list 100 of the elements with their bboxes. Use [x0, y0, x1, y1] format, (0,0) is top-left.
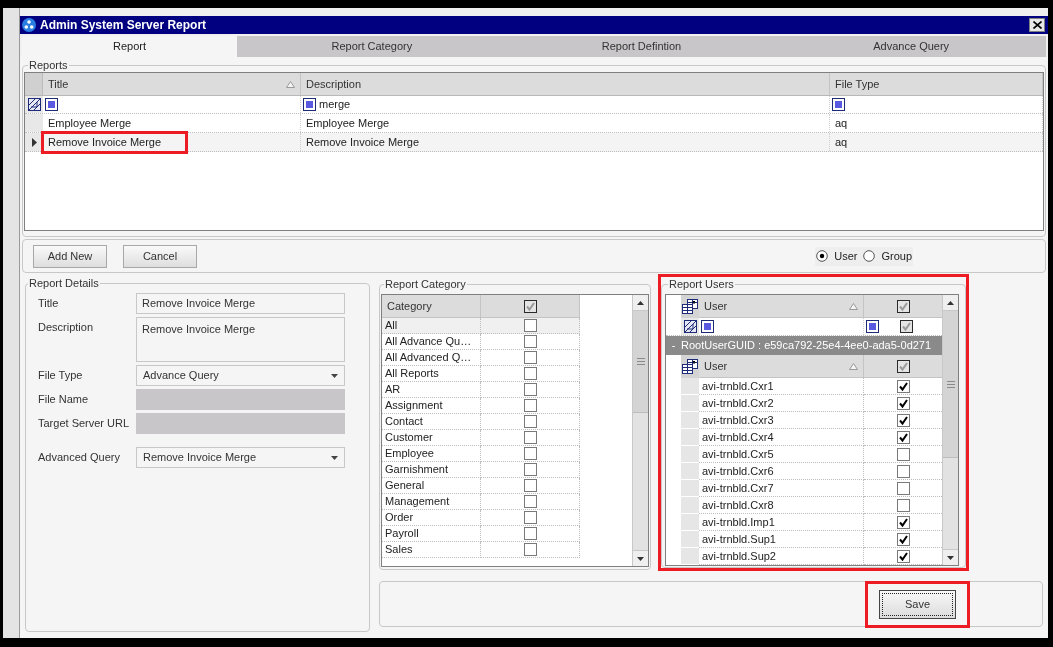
checkbox[interactable] [896, 515, 910, 529]
radio-icon[interactable] [816, 250, 829, 262]
checkbox[interactable] [523, 383, 537, 396]
scrollbar-thumb[interactable] [633, 311, 648, 413]
table-row[interactable]: Employee Merge Employee Merge aq [25, 114, 1043, 133]
checkbox[interactable] [523, 351, 537, 364]
filter-operator-icon[interactable] [45, 98, 58, 111]
column-header[interactable]: User [699, 355, 864, 378]
column-chooser-icon[interactable] [682, 299, 698, 314]
group-title: Report Details [28, 277, 100, 290]
table-row[interactable]: Remove Invoice Merge Remove Invoice Merge aq [25, 133, 1043, 152]
checkbox[interactable] [523, 367, 537, 380]
button[interactable]: Cancel [123, 244, 197, 268]
checkbox[interactable] [896, 396, 910, 410]
scroll-down-button[interactable] [943, 549, 958, 565]
table-row[interactable]: All [382, 318, 631, 334]
table-cell-text: Sales [385, 542, 413, 558]
checkbox[interactable] [523, 511, 537, 524]
column-header[interactable]: Category [382, 295, 481, 318]
field-label: File Name [38, 392, 90, 406]
table-row[interactable]: AR [382, 382, 631, 398]
text-area[interactable]: Remove Invoice Merge [136, 317, 345, 362]
filter-operator-icon[interactable] [303, 98, 316, 111]
app-logo-icon [22, 18, 36, 32]
arrow-down-icon [637, 556, 644, 561]
checkbox[interactable] [523, 447, 537, 460]
checkbox[interactable] [523, 399, 537, 412]
row-header [681, 378, 699, 395]
table-row[interactable]: Customer [382, 430, 631, 446]
checkbox[interactable] [896, 413, 910, 427]
group-title: Report Users [668, 278, 735, 291]
radio-icon[interactable] [863, 250, 876, 262]
checkbox[interactable] [896, 549, 910, 563]
dropdown[interactable]: Advance Query [136, 365, 345, 386]
checkbox[interactable] [896, 447, 910, 461]
checkbox[interactable] [523, 299, 537, 313]
column-header[interactable]: Title [43, 73, 301, 95]
table-cell-text: avi-trnbld.Cxr5 [702, 446, 774, 462]
tab[interactable]: Report Category [237, 36, 507, 57]
checkbox[interactable] [896, 379, 910, 393]
checkbox[interactable] [896, 498, 910, 512]
table-row[interactable]: Order [382, 510, 631, 526]
checkbox[interactable] [523, 479, 537, 492]
table-row[interactable]: Contact [382, 414, 631, 430]
filter-field[interactable] [699, 318, 864, 335]
checkbox[interactable] [896, 481, 910, 495]
checkbox[interactable] [523, 495, 537, 508]
checkbox[interactable] [523, 335, 537, 348]
tab[interactable]: Report Defintion [506, 36, 777, 57]
checkbox[interactable] [896, 464, 910, 478]
group-row-label: RootUserGUID : e59ca792-25e4-4ee0-ada5-0d271 [681, 338, 932, 354]
scrollbar[interactable] [632, 295, 648, 566]
radio-option[interactable]: User [816, 247, 858, 265]
filter-field[interactable]: merge [301, 96, 830, 113]
scroll-up-button[interactable] [633, 295, 648, 311]
table-row[interactable]: All Advance Qu… [382, 334, 631, 350]
checkbox[interactable] [896, 359, 910, 373]
scroll-up-button[interactable] [943, 295, 958, 311]
table-row[interactable]: Sales [382, 542, 631, 558]
dropdown[interactable]: Remove Invoice Merge [136, 447, 345, 468]
close-icon [1032, 21, 1042, 29]
text-field[interactable]: Remove Invoice Merge [136, 293, 345, 314]
close-button[interactable] [1029, 18, 1045, 32]
scrollbar[interactable] [942, 295, 958, 565]
checkbox[interactable] [900, 320, 913, 333]
tab[interactable]: Advance Query [776, 36, 1046, 57]
table-row[interactable]: All Reports [382, 366, 631, 382]
table-row[interactable]: All Advanced Q… [382, 350, 631, 366]
filter-operator-icon[interactable] [832, 98, 845, 111]
checkbox[interactable] [896, 430, 910, 444]
radio-option[interactable]: Group [863, 247, 912, 265]
filter-operator-icon[interactable] [866, 320, 879, 333]
table-row[interactable]: Management [382, 494, 631, 510]
tab[interactable]: Report [22, 36, 237, 57]
button[interactable]: Add New [33, 244, 107, 268]
scroll-down-button[interactable] [633, 550, 648, 566]
checkbox[interactable] [523, 431, 537, 444]
table-row[interactable]: Assignment [382, 398, 631, 414]
column-header[interactable]: Description [301, 73, 830, 95]
column-chooser-icon[interactable] [682, 359, 698, 374]
table-row[interactable]: Payroll [382, 526, 631, 542]
checkbox[interactable] [523, 415, 537, 428]
checkbox[interactable] [523, 319, 537, 332]
table-row[interactable]: General [382, 478, 631, 494]
table-row[interactable]: Employee [382, 446, 631, 462]
filter-field[interactable] [43, 96, 301, 113]
checkbox[interactable] [896, 532, 910, 546]
caret-icon [331, 373, 338, 378]
column-header[interactable]: User [699, 295, 864, 318]
checkbox[interactable] [523, 463, 537, 476]
scrollbar-thumb[interactable] [943, 311, 958, 458]
table-row[interactable]: Garnishment [382, 462, 631, 478]
save-button[interactable]: Save [879, 590, 956, 619]
arrow-up-icon [947, 300, 954, 305]
checkbox[interactable] [523, 527, 537, 540]
checkbox[interactable] [523, 543, 537, 556]
checkbox[interactable] [896, 299, 910, 313]
filter-field[interactable] [830, 96, 1043, 113]
filter-operator-icon[interactable] [701, 320, 714, 333]
column-header[interactable]: File Type [830, 73, 1043, 95]
